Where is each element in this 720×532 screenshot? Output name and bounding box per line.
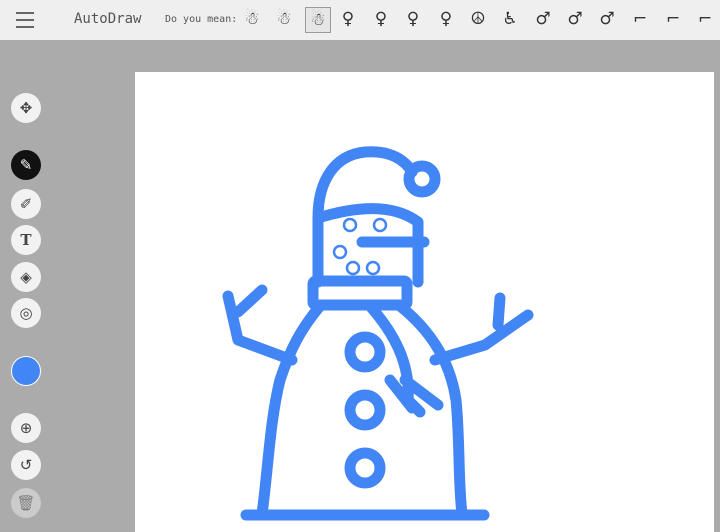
button xyxy=(344,331,386,373)
left-arm xyxy=(222,284,298,366)
snowman-drawing xyxy=(222,146,534,521)
face-dot xyxy=(332,244,348,260)
hat-pompom xyxy=(403,160,441,198)
right-arm xyxy=(429,292,534,366)
mouth xyxy=(345,260,361,276)
hat-brim xyxy=(307,275,413,311)
button xyxy=(344,447,386,489)
mouth xyxy=(365,260,381,276)
eye xyxy=(342,217,358,233)
eye xyxy=(372,217,388,233)
button xyxy=(344,389,386,431)
